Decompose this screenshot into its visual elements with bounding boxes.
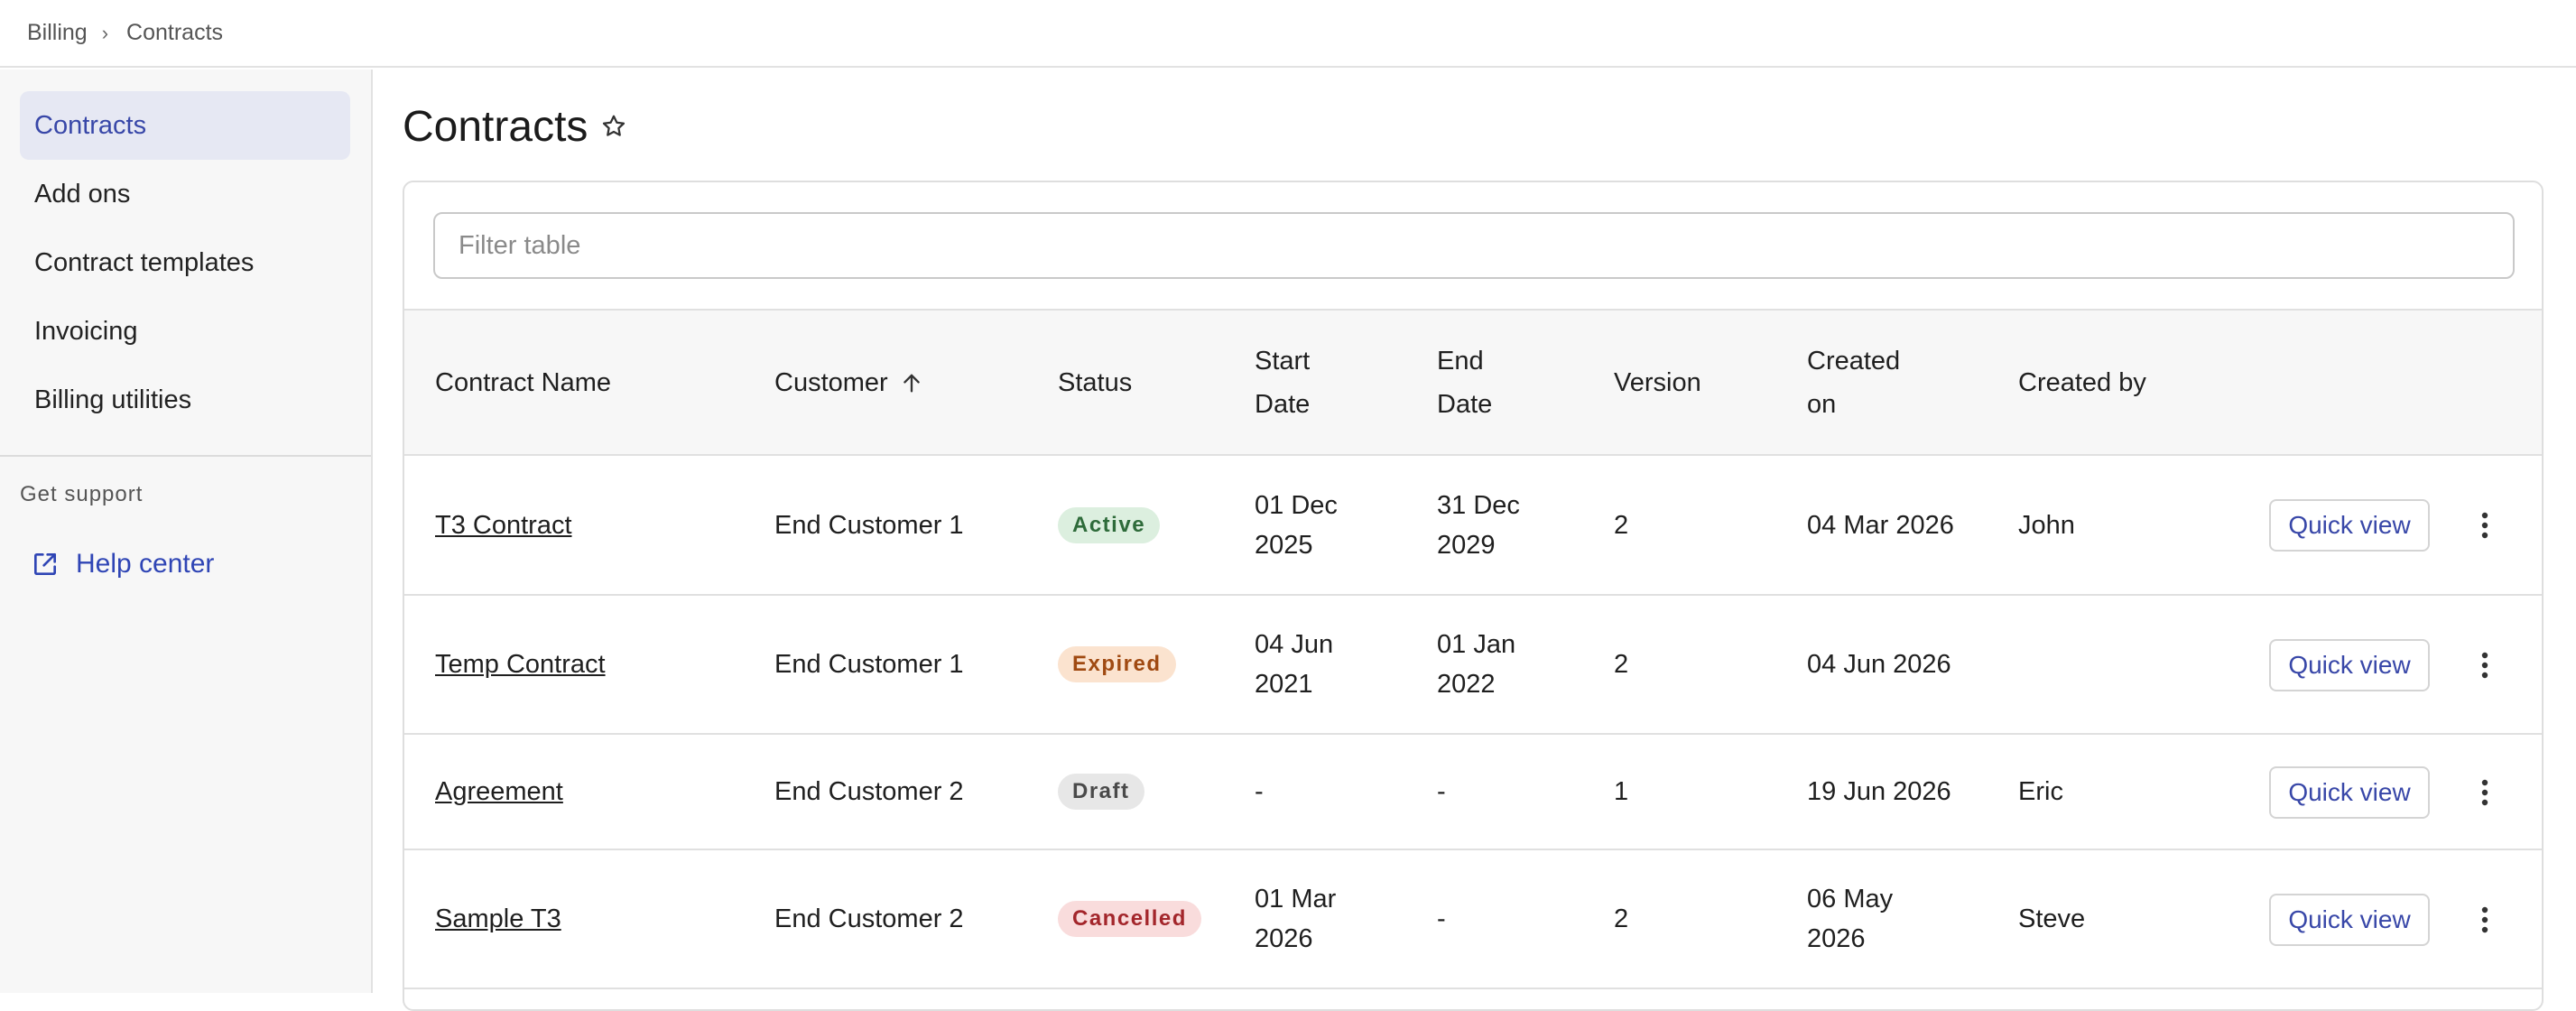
start-date-cell: 04 Jun 2021	[1255, 630, 1334, 699]
sidebar-item-label: Contract templates	[34, 247, 255, 277]
contract-name-link[interactable]: T3 Contract	[435, 506, 572, 545]
sidebar-item-label: Billing utilities	[34, 385, 192, 414]
quick-view-button[interactable]: Quick view	[2269, 499, 2430, 552]
sidebar-item-label: Add ons	[34, 179, 131, 209]
sidebar-item-billing-utilities[interactable]: Billing utilities	[20, 366, 350, 434]
status-badge: Expired	[1058, 646, 1176, 682]
created-by-cell: Steve	[2018, 904, 2086, 933]
column-header-end-date[interactable]: End Date	[1437, 311, 1545, 454]
customer-cell: End Customer 2	[774, 904, 964, 933]
page-title: Contracts	[403, 102, 588, 151]
help-center-link[interactable]: Help center	[31, 544, 214, 584]
end-date-cell: 01 Jan 2022	[1437, 630, 1516, 699]
contract-name-link[interactable]: Agreement	[435, 772, 563, 812]
sidebar: Contracts Add ons Contract templates Inv…	[0, 70, 373, 993]
column-header-contract-name[interactable]: Contract Name	[435, 311, 611, 454]
more-options-icon[interactable]	[2471, 506, 2498, 545]
breadcrumb-separator: ›	[101, 21, 109, 44]
column-header-created-by[interactable]: Created by	[2018, 311, 2146, 454]
sidebar-item-add-ons[interactable]: Add ons	[20, 160, 350, 228]
end-date-cell: 31 Dec 2029	[1437, 490, 1520, 560]
contracts-table-card: Contract Name Customer Status StartDate …	[403, 181, 2544, 1011]
star-icon[interactable]	[600, 113, 627, 140]
more-options-icon[interactable]	[2471, 773, 2498, 812]
table-row: Temp Contract End Customer 1 Expired 04 …	[404, 596, 2542, 735]
status-badge: Active	[1058, 506, 1161, 543]
created-on-cell: 04 Mar 2026	[1807, 510, 1954, 540]
help-center-label: Help center	[76, 549, 215, 579]
table-row: Sample T3 End Customer 2 Cancelled 01 Ma…	[404, 850, 2542, 989]
external-link-icon	[34, 553, 56, 575]
created-on-cell: 06 May 2026	[1807, 885, 1894, 953]
status-badge: Draft	[1058, 774, 1144, 810]
column-header-status[interactable]: Status	[1058, 311, 1132, 454]
breadcrumb-billing[interactable]: Billing	[27, 20, 88, 46]
quick-view-button[interactable]: Quick view	[2269, 894, 2430, 946]
column-header-created-on[interactable]: Created on	[1807, 311, 1915, 454]
table-row: Agreement End Customer 2 Draft - - 1 19 …	[404, 735, 2542, 850]
page-header: Contracts	[403, 97, 627, 155]
quick-view-button[interactable]: Quick view	[2269, 639, 2430, 691]
breadcrumb: Billing › Contracts	[0, 0, 2576, 68]
customer-cell: End Customer 1	[774, 510, 964, 540]
created-on-cell: 19 Jun 2026	[1807, 777, 1951, 806]
sidebar-item-label: Invoicing	[34, 316, 138, 346]
end-date-cell: -	[1437, 904, 1446, 933]
version-cell: 2	[1614, 510, 1629, 540]
sidebar-item-contract-templates[interactable]: Contract templates	[20, 228, 350, 297]
breadcrumb-current: Contracts	[126, 20, 224, 45]
version-cell: 2	[1614, 650, 1629, 679]
sidebar-item-label: Contracts	[34, 110, 147, 140]
quick-view-button[interactable]: Quick view	[2269, 766, 2430, 819]
contract-name-link[interactable]: Temp Contract	[435, 645, 606, 684]
column-header-version[interactable]: Version	[1614, 311, 1701, 454]
status-badge: Cancelled	[1058, 901, 1201, 937]
start-date-cell: -	[1255, 777, 1264, 806]
start-date-cell: 01 Dec 2025	[1255, 490, 1338, 560]
contract-name-link[interactable]: Sample T3	[435, 899, 561, 939]
table-row: T3 Contract End Customer 1 Active 01 Dec…	[404, 456, 2542, 596]
customer-cell: End Customer 2	[774, 777, 964, 806]
sidebar-divider	[0, 455, 371, 457]
start-date-cell: 01 Mar 2026	[1255, 885, 1337, 953]
table-header: Contract Name Customer Status Start Date …	[404, 309, 2542, 456]
created-on-cell: 04 Jun 2026	[1807, 650, 1951, 679]
column-header-start-date[interactable]: Start Date	[1255, 311, 1363, 454]
filter-table-input[interactable]	[433, 212, 2515, 279]
sidebar-item-contracts[interactable]: Contracts	[20, 91, 350, 160]
created-by-cell: John	[2018, 510, 2075, 540]
version-cell: 2	[1614, 904, 1629, 933]
version-cell: 1	[1614, 777, 1629, 806]
sort-ascending-icon	[903, 374, 920, 392]
get-support-label: Get support	[20, 482, 144, 506]
created-by-cell: Eric	[2018, 777, 2063, 806]
more-options-icon[interactable]	[2471, 900, 2498, 940]
sidebar-item-invoicing[interactable]: Invoicing	[20, 297, 350, 366]
end-date-cell: -	[1437, 777, 1446, 806]
customer-cell: End Customer 1	[774, 650, 964, 679]
more-options-icon[interactable]	[2471, 645, 2498, 685]
column-header-customer[interactable]: Customer	[774, 311, 924, 454]
